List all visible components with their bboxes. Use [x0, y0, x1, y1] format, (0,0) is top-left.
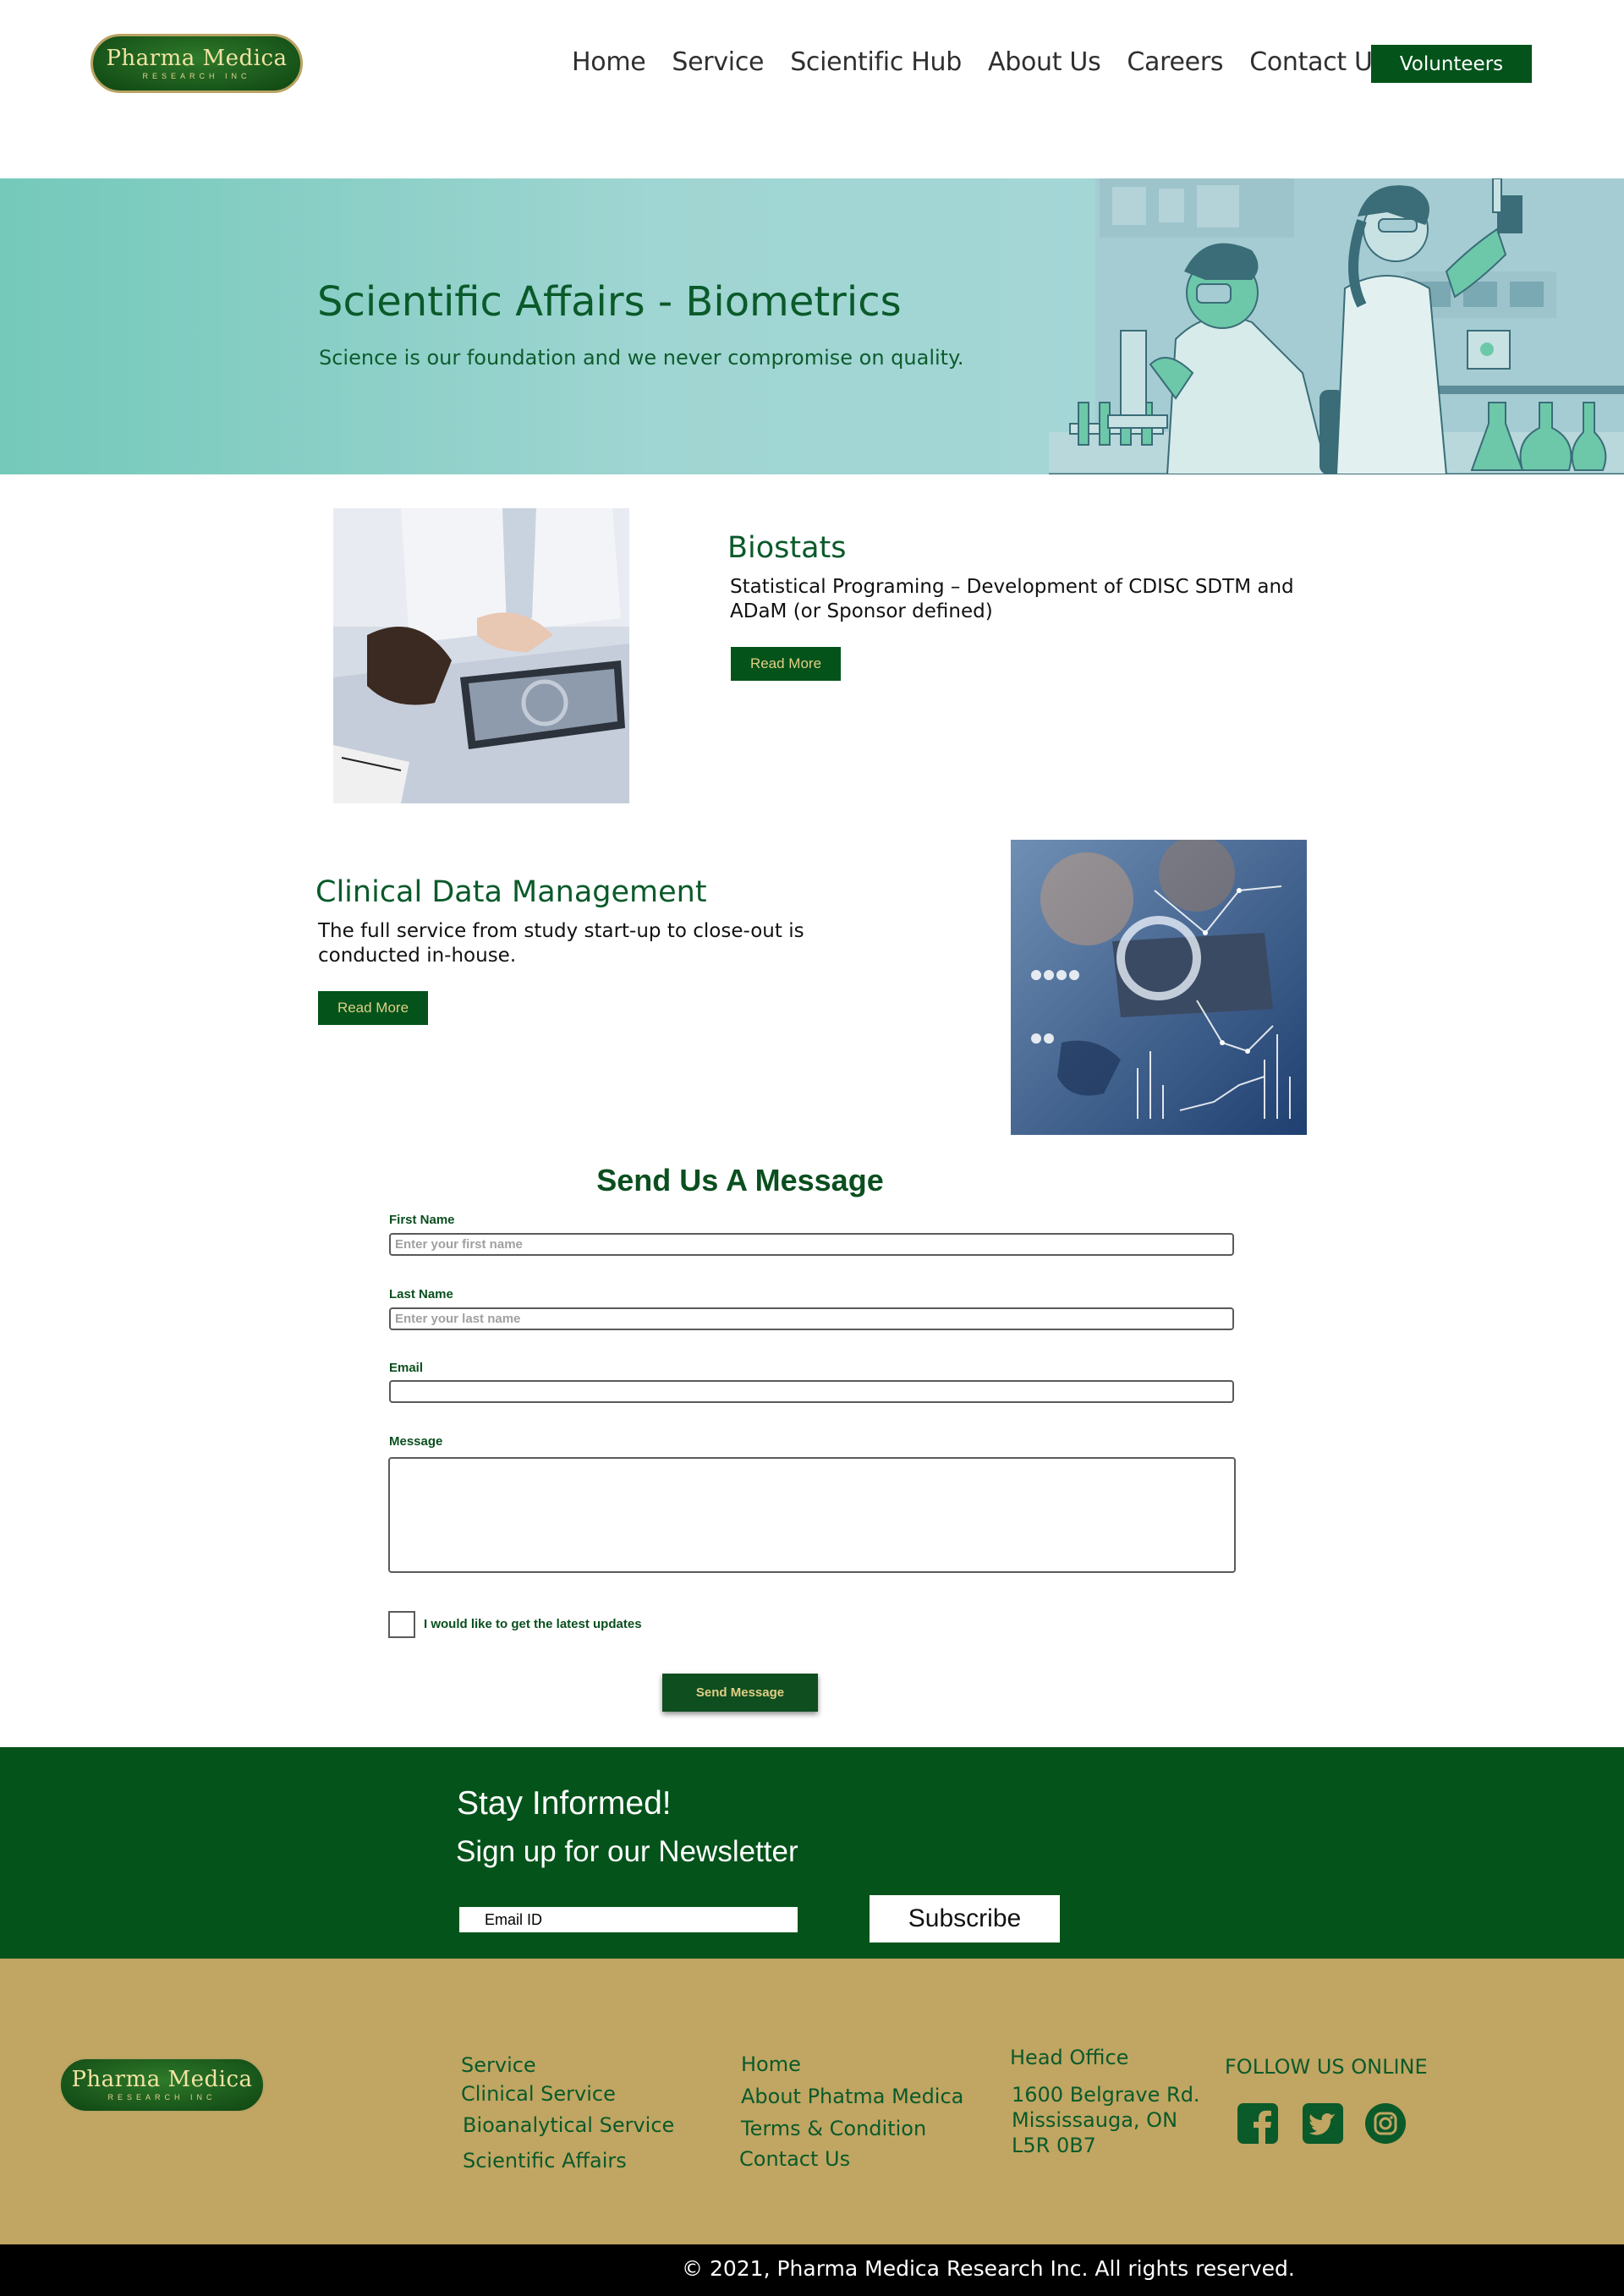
- footer-link-contact[interactable]: Contact Us: [739, 2147, 850, 2171]
- data-analytics-photo: [1011, 840, 1307, 1135]
- page-title: Scientific Affairs - Biometrics: [317, 278, 902, 326]
- nav-service[interactable]: Service: [672, 47, 764, 77]
- email-label: Email: [389, 1361, 424, 1375]
- nav-about-us[interactable]: About Us: [988, 47, 1101, 77]
- footer-logo-title: Pharma Medica: [71, 2067, 253, 2092]
- footer-link-clinical-service[interactable]: Clinical Service: [461, 2082, 616, 2106]
- nav-careers[interactable]: Careers: [1127, 47, 1223, 77]
- newsletter-title: Stay Informed!: [457, 1785, 672, 1822]
- nav-home[interactable]: Home: [572, 47, 646, 77]
- footer-link-bioanalytical-service[interactable]: Bioanalytical Service: [463, 2113, 674, 2137]
- logo-subtitle: RESEARCH INC: [142, 71, 251, 80]
- footer-link-terms[interactable]: Terms & Condition: [741, 2117, 926, 2140]
- message-textarea[interactable]: [388, 1457, 1236, 1573]
- newsletter-subtitle: Sign up for our Newsletter: [456, 1835, 798, 1868]
- biostats-description: Statistical Programing – Development of …: [730, 576, 1294, 622]
- cdm-title: Clinical Data Management: [315, 875, 707, 909]
- footer-link-scientific-affairs[interactable]: Scientific Affairs: [463, 2149, 627, 2173]
- site-footer: Pharma Medica RESEARCH INC Service Clini…: [0, 1959, 1624, 2244]
- address-line: Mississauga, ON: [1012, 2108, 1178, 2132]
- head-office-heading: Head Office: [1010, 2046, 1129, 2069]
- hero-subtitle: Science is our foundation and we never c…: [319, 346, 964, 370]
- follow-us-label: FOLLOW US ONLINE: [1225, 2055, 1428, 2079]
- address-line: L5R 0B7: [1012, 2134, 1096, 2157]
- footer-logo-subtitle: RESEARCH INC: [107, 2093, 217, 2101]
- form-title: Send Us A Message: [596, 1163, 884, 1197]
- updates-checkbox-label: I would like to get the latest updates: [424, 1617, 642, 1631]
- newsletter-section: Stay Informed! Sign up for our Newslette…: [0, 1747, 1624, 1959]
- copyright-text: © 2021, Pharma Medica Research Inc. All …: [682, 2256, 1295, 2281]
- biostats-read-more-button[interactable]: Read More: [731, 647, 841, 681]
- nav-contact-us[interactable]: Contact Us: [1249, 47, 1385, 77]
- main-nav: Home Service Scientific Hub About Us Car…: [572, 47, 1412, 77]
- message-label: Message: [389, 1434, 443, 1449]
- updates-checkbox[interactable]: [388, 1611, 415, 1638]
- cdm-description: The full service from study start-up to …: [318, 920, 804, 967]
- send-message-button[interactable]: Send Message: [662, 1674, 818, 1712]
- hero-banner: Scientific Affairs - Biometrics Science …: [0, 178, 1624, 474]
- biostats-photo: [333, 508, 629, 803]
- twitter-icon[interactable]: [1302, 2102, 1344, 2145]
- last-name-label: Last Name: [389, 1287, 453, 1301]
- site-header: Pharma Medica RESEARCH INC Home Service …: [0, 0, 1624, 178]
- nav-scientific-hub[interactable]: Scientific Hub: [790, 47, 962, 77]
- biostats-title: Biostats: [727, 531, 847, 565]
- first-name-input[interactable]: [389, 1233, 1234, 1256]
- copyright-bar: © 2021, Pharma Medica Research Inc. All …: [0, 2244, 1624, 2296]
- footer-link-home[interactable]: Home: [741, 2052, 801, 2076]
- address-line: 1600 Belgrave Rd.: [1012, 2083, 1200, 2107]
- office-address: 1600 Belgrave Rd. Mississauga, ON L5R 0B…: [1012, 2082, 1200, 2158]
- newsletter-email-input[interactable]: [459, 1907, 798, 1932]
- pharma-medica-logo[interactable]: Pharma Medica RESEARCH INC: [91, 34, 303, 93]
- footer-link-service[interactable]: Service: [461, 2053, 536, 2077]
- instagram-icon[interactable]: [1364, 2102, 1407, 2145]
- footer-link-about[interactable]: About Phatma Medica: [741, 2085, 963, 2108]
- last-name-input[interactable]: [389, 1307, 1234, 1330]
- cdm-read-more-button[interactable]: Read More: [318, 991, 428, 1025]
- email-input[interactable]: [389, 1380, 1234, 1403]
- facebook-icon[interactable]: [1237, 2102, 1279, 2145]
- subscribe-button[interactable]: Subscribe: [870, 1895, 1060, 1943]
- footer-logo[interactable]: Pharma Medica RESEARCH INC: [59, 2058, 265, 2112]
- first-name-label: First Name: [389, 1213, 455, 1227]
- volunteers-button[interactable]: Volunteers: [1371, 45, 1532, 83]
- lab-scientists-illustration: [1049, 178, 1624, 474]
- logo-title: Pharma Medica: [106, 45, 288, 71]
